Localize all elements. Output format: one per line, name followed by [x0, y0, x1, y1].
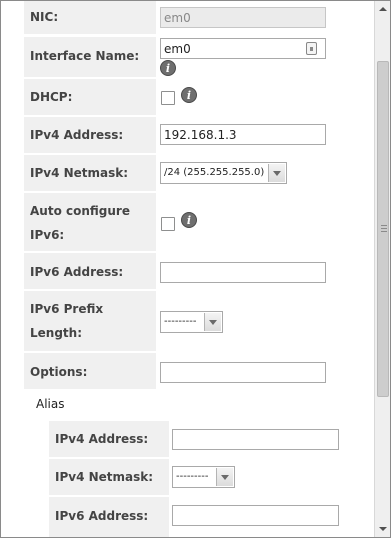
- ipv4-netmask-selected: /24 (255.255.255.0): [164, 167, 265, 178]
- vertical-scrollbar[interactable]: [374, 1, 390, 537]
- ipv6-prefix-selected: ---------: [164, 316, 197, 327]
- interface-name-input[interactable]: [160, 38, 326, 59]
- alias-ipv6-address-input[interactable]: [172, 505, 339, 526]
- alias-ipv4-address-input[interactable]: [172, 429, 339, 450]
- nic-field: [160, 7, 326, 28]
- alias-ipv6-address-label: IPv6 Address:: [49, 497, 169, 537]
- alias-ipv4-address-label-text: IPv4 Address:: [55, 432, 149, 446]
- alias-ipv4-netmask-select[interactable]: ---------: [172, 466, 235, 488]
- auto-ipv6-checkbox[interactable]: [161, 217, 175, 231]
- alias-ipv4-netmask-label-text: IPv4 Netmask:: [55, 470, 154, 484]
- ipv4-netmask-label: IPv4 Netmask:: [24, 155, 156, 191]
- auto-ipv6-label: Auto configure IPv6:: [24, 193, 156, 251]
- ipv6-prefix-label-line2: Length:: [30, 326, 82, 340]
- scroll-down-arrow-icon[interactable]: [375, 521, 390, 537]
- auto-ipv6-label-line1: Auto configure: [30, 204, 130, 218]
- alias-heading: Alias: [36, 397, 65, 411]
- scrollbar-thumb[interactable]: [377, 61, 389, 397]
- ipv4-address-input[interactable]: [160, 124, 326, 145]
- interface-dialog: NIC: Interface Name: i DHCP: i IPv4 Addr…: [0, 0, 391, 538]
- ipv4-netmask-label-text: IPv4 Netmask:: [30, 166, 129, 180]
- ipv4-netmask-select[interactable]: /24 (255.255.255.0): [160, 162, 287, 184]
- options-label: Options:: [24, 353, 156, 389]
- alias-ipv4-netmask-selected: ---------: [176, 471, 209, 482]
- ipv6-prefix-select[interactable]: ---------: [160, 311, 223, 333]
- dhcp-label: DHCP:: [24, 79, 156, 115]
- dhcp-checkbox[interactable]: [161, 91, 175, 105]
- alias-ipv4-address-label: IPv4 Address:: [49, 421, 169, 457]
- alias-ipv6-address-label-text: IPv6 Address:: [55, 509, 149, 523]
- ipv6-address-label-text: IPv6 Address:: [30, 265, 124, 279]
- options-label-text: Options:: [30, 365, 88, 379]
- scroll-up-arrow-icon[interactable]: [375, 1, 390, 17]
- ipv4-address-label: IPv4 Address:: [24, 117, 156, 153]
- ipv6-address-input[interactable]: [160, 262, 326, 283]
- chevron-down-icon[interactable]: [216, 468, 233, 486]
- info-icon[interactable]: i: [160, 60, 176, 76]
- ipv6-prefix-label-line1: IPv6 Prefix: [30, 302, 104, 316]
- key-icon[interactable]: [306, 42, 317, 55]
- info-icon[interactable]: i: [181, 212, 197, 228]
- alias-ipv4-netmask-label: IPv4 Netmask:: [49, 459, 169, 495]
- interface-name-label-text: Interface Name:: [30, 49, 140, 63]
- ipv4-address-label-text: IPv4 Address:: [30, 128, 124, 142]
- nic-label-text: NIC:: [30, 10, 59, 24]
- auto-ipv6-label-line2: IPv6:: [30, 228, 65, 242]
- grip-icon: [381, 225, 387, 232]
- nic-label: NIC:: [24, 1, 156, 34]
- form-scroll-area: NIC: Interface Name: i DHCP: i IPv4 Addr…: [1, 1, 374, 537]
- interface-name-label: Interface Name:: [24, 37, 156, 77]
- ipv6-address-label: IPv6 Address:: [24, 253, 156, 289]
- chevron-down-icon[interactable]: [204, 313, 221, 331]
- chevron-down-icon[interactable]: [268, 164, 285, 182]
- dhcp-label-text: DHCP:: [30, 90, 73, 104]
- info-icon[interactable]: i: [181, 87, 197, 103]
- ipv6-prefix-label: IPv6 Prefix Length:: [24, 291, 156, 351]
- options-input[interactable]: [160, 362, 326, 383]
